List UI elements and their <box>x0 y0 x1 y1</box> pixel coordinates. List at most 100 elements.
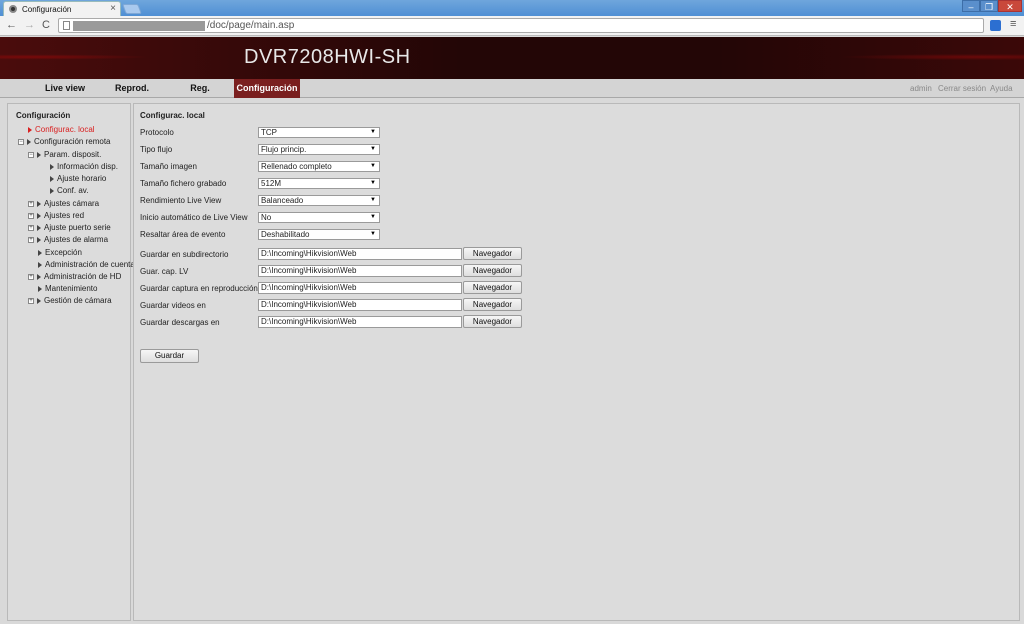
image-size-label: Tamaño imagen <box>140 162 197 171</box>
close-window-button[interactable]: ✕ <box>998 0 1022 12</box>
collapse-icon[interactable]: − <box>18 138 24 145</box>
dropdown-arrow-icon: ▼ <box>370 129 376 135</box>
collapse-icon[interactable]: − <box>28 151 34 158</box>
tree-item-hdd-management[interactable]: + Administración de HD <box>28 272 121 281</box>
tree-item-remote-config[interactable]: − Configuración remota <box>18 137 110 146</box>
tree-item-exception[interactable]: Excepción <box>38 248 82 257</box>
record-file-size-label: Tamaño fichero grabado <box>140 179 227 188</box>
maximize-button[interactable]: ❐ <box>980 0 998 12</box>
browse-button[interactable]: Navegador <box>463 298 522 311</box>
tree-item-time-settings[interactable]: Ajuste horario <box>50 174 106 183</box>
browse-button[interactable]: Navegador <box>463 315 522 328</box>
expand-icon[interactable]: + <box>28 212 34 219</box>
tab-close-icon[interactable]: × <box>110 3 116 14</box>
minimize-button[interactable]: – <box>962 0 980 12</box>
auto-start-live-view-select[interactable]: No ▼ <box>258 212 380 223</box>
highlight-event-area-label: Resaltar área de evento <box>140 230 226 239</box>
user-name-link[interactable]: admin <box>910 84 932 93</box>
browse-button[interactable]: Navegador <box>463 264 522 277</box>
triangle-right-icon <box>37 236 41 243</box>
tab-log[interactable]: Reg. <box>178 79 222 98</box>
triangle-right-icon <box>37 200 41 207</box>
tab-title: Configuración <box>22 5 72 14</box>
logout-link[interactable]: Cerrar sesión <box>938 84 986 93</box>
extension-icon[interactable] <box>990 20 1001 31</box>
browser-tab[interactable]: Configuración × <box>3 1 121 16</box>
download-save-path-input[interactable]: D:\Incoming\Hikvision\Web <box>258 316 462 328</box>
new-tab-button[interactable] <box>122 4 142 14</box>
address-bar[interactable]: /doc/page/main.asp ☆ <box>58 18 984 33</box>
tree-item-maintenance[interactable]: Mantenimiento <box>38 284 97 293</box>
tree-title: Configuración <box>16 111 71 120</box>
local-config-panel: Configurac. local Protocolo TCP ▼ Tipo fl… <box>133 103 1020 621</box>
help-link[interactable]: Ayuda <box>990 84 1013 93</box>
triangle-right-icon <box>37 212 41 219</box>
triangle-right-icon <box>38 285 42 292</box>
reload-icon[interactable]: C <box>42 19 50 31</box>
expand-icon[interactable]: + <box>28 297 34 304</box>
redacted-host <box>73 21 205 31</box>
record-file-size-select[interactable]: 512M ▼ <box>258 178 380 189</box>
save-button[interactable]: Guardar <box>140 349 199 363</box>
tree-item-network-settings[interactable]: + Ajustes red <box>28 211 84 220</box>
protocol-select[interactable]: TCP ▼ <box>258 127 380 138</box>
browse-button[interactable]: Navegador <box>463 247 522 260</box>
app-header: DVR7208HWI-SH <box>0 37 1024 79</box>
browser-menu-icon[interactable]: ≡ <box>1010 18 1016 30</box>
section-title: Configurac. local <box>140 111 205 120</box>
live-capture-path-label: Guar. cap. LV <box>140 267 189 276</box>
expand-icon[interactable]: + <box>28 224 34 231</box>
dropdown-arrow-icon: ▼ <box>370 146 376 152</box>
expand-icon[interactable]: + <box>28 200 34 207</box>
triangle-right-icon <box>37 224 41 231</box>
tree-item-camera-management[interactable]: + Gestión de cámara <box>28 296 112 305</box>
auto-start-live-view-label: Inicio automático de Live View <box>140 213 248 222</box>
dropdown-arrow-icon: ▼ <box>370 214 376 220</box>
forward-arrow-icon[interactable]: → <box>24 19 35 31</box>
dropdown-arrow-icon: ▼ <box>370 180 376 186</box>
browse-button[interactable]: Navegador <box>463 281 522 294</box>
back-arrow-icon[interactable]: ← <box>6 19 17 31</box>
tree-item-device-info[interactable]: Información disp. <box>50 162 118 171</box>
video-save-path-label: Guardar videos en <box>140 301 206 310</box>
video-save-path-input[interactable]: D:\Incoming\Hikvision\Web <box>258 299 462 311</box>
main-nav: Live view Reprod. Reg. Configuración adm… <box>0 79 1024 98</box>
live-view-performance-select[interactable]: Balanceado ▼ <box>258 195 380 206</box>
playback-capture-path-input[interactable]: D:\Incoming\Hikvision\Web <box>258 282 462 294</box>
device-title: DVR7208HWI-SH <box>244 46 411 68</box>
save-subdir-label: Guardar en subdirectorio <box>140 250 229 259</box>
tab-configuration[interactable]: Configuración <box>234 79 300 98</box>
browser-toolbar: ← → C /doc/page/main.asp ☆ ≡ <box>0 16 1024 36</box>
tab-playback[interactable]: Reprod. <box>104 79 160 98</box>
tree-item-advanced-config[interactable]: Conf. av. <box>50 186 88 195</box>
triangle-right-icon <box>50 187 54 194</box>
tree-item-local-config[interactable]: Configurac. local <box>28 125 95 134</box>
triangle-right-icon <box>37 297 41 304</box>
download-save-path-label: Guardar descargas en <box>140 318 220 327</box>
camera-favicon-icon <box>9 5 17 13</box>
tree-item-user-management[interactable]: Administración de cuenta <box>38 260 135 269</box>
dropdown-arrow-icon: ▼ <box>370 197 376 203</box>
tree-item-serial-port[interactable]: + Ajuste puerto serie <box>28 223 111 232</box>
tree-item-alarm-settings[interactable]: + Ajustes de alarma <box>28 235 108 244</box>
save-subdir-input[interactable]: D:\Incoming\Hikvision\Web <box>258 248 462 260</box>
live-capture-path-input[interactable]: D:\Incoming\Hikvision\Web <box>258 265 462 277</box>
url-path: /doc/page/main.asp <box>207 20 295 31</box>
image-size-select[interactable]: Rellenado completo ▼ <box>258 161 380 172</box>
stream-type-label: Tipo flujo <box>140 145 173 154</box>
tab-live-view[interactable]: Live view <box>34 79 96 98</box>
page-icon <box>63 21 70 30</box>
triangle-right-icon <box>38 261 42 268</box>
triangle-right-icon <box>50 175 54 182</box>
tree-item-camera-settings[interactable]: + Ajustes cámara <box>28 199 99 208</box>
triangle-right-icon <box>38 249 42 256</box>
dropdown-arrow-icon: ▼ <box>370 231 376 237</box>
triangle-right-icon <box>50 163 54 170</box>
config-tree: Configuración Configurac. local − Configu… <box>7 103 135 621</box>
highlight-event-area-select[interactable]: Deshabilitado ▼ <box>258 229 380 240</box>
stream-type-select[interactable]: Flujo princip. ▼ <box>258 144 380 155</box>
triangle-right-icon <box>37 151 41 158</box>
expand-icon[interactable]: + <box>28 236 34 243</box>
expand-icon[interactable]: + <box>28 273 34 280</box>
tree-item-device-params[interactable]: − Param. disposit. <box>28 150 101 159</box>
